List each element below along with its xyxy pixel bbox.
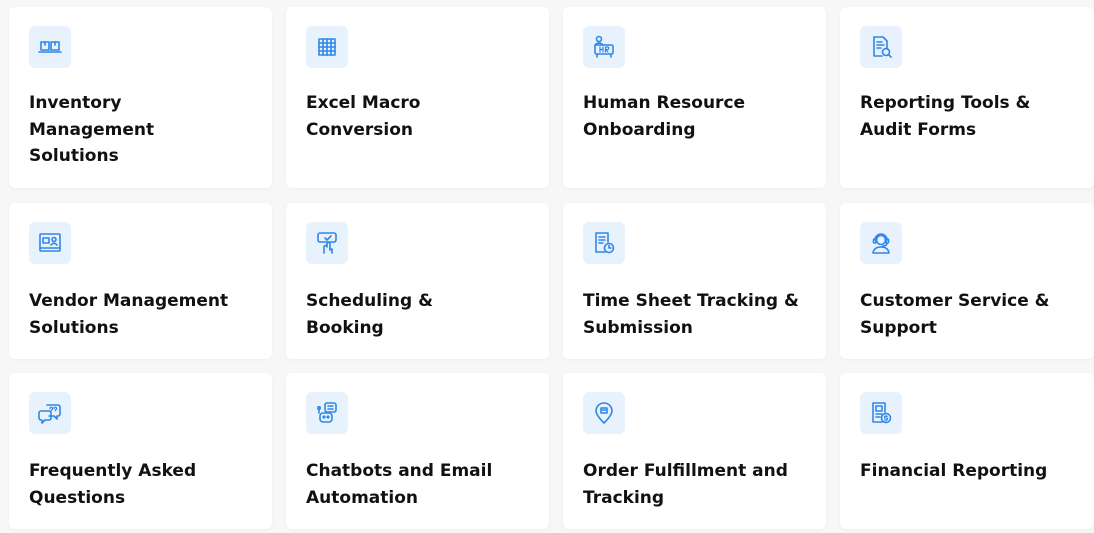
card-title: Chatbots and Email Automation	[306, 461, 493, 508]
card-title: Time Sheet Tracking & Submission	[583, 291, 799, 338]
card-chatbots[interactable]: Chatbots and Email Automation	[286, 373, 549, 529]
vendor-monitor-icon	[29, 222, 71, 264]
card-vendor-management[interactable]: Vendor Management Solutions	[9, 203, 272, 359]
financial-report-icon	[860, 392, 902, 434]
card-title: Order Fulfillment and Tracking	[583, 461, 788, 508]
card-title: Scheduling & Booking	[306, 291, 433, 338]
card-title: Frequently Asked Questions	[29, 461, 197, 508]
inventory-boxes-icon	[29, 26, 71, 68]
report-search-icon	[860, 26, 902, 68]
card-title: Customer Service & Support	[860, 291, 1050, 338]
timesheet-clock-icon	[583, 222, 625, 264]
card-reporting-tools[interactable]: Reporting Tools & Audit Forms	[840, 7, 1094, 188]
spreadsheet-icon	[306, 26, 348, 68]
card-inventory-management[interactable]: Inventory Management Solutions	[9, 7, 272, 188]
card-faq[interactable]: Frequently Asked Questions	[9, 373, 272, 529]
card-hr-onboarding[interactable]: Human Resource Onboarding	[563, 7, 826, 188]
chatbot-icon	[306, 392, 348, 434]
support-headset-icon	[860, 222, 902, 264]
card-scheduling-booking[interactable]: Scheduling & Booking	[286, 203, 549, 359]
card-title: Vendor Management Solutions	[29, 291, 229, 338]
order-location-icon	[583, 392, 625, 434]
services-grid: Inventory Management Solutions Excel Mac…	[0, 0, 1094, 533]
card-title: Excel Macro Conversion	[306, 93, 421, 140]
card-financial-reporting[interactable]: Financial Reporting	[840, 373, 1094, 529]
faq-chat-icon	[29, 392, 71, 434]
card-title: Reporting Tools & Audit Forms	[860, 93, 1031, 140]
card-title: Financial Reporting	[860, 461, 1048, 481]
card-title: Inventory Management Solutions	[29, 93, 155, 166]
hr-icon	[583, 26, 625, 68]
card-time-sheet[interactable]: Time Sheet Tracking & Submission	[563, 203, 826, 359]
card-order-fulfillment[interactable]: Order Fulfillment and Tracking	[563, 373, 826, 529]
card-customer-service[interactable]: Customer Service & Support	[840, 203, 1094, 359]
card-title: Human Resource Onboarding	[583, 93, 746, 140]
scheduling-touch-icon	[306, 222, 348, 264]
card-excel-macro[interactable]: Excel Macro Conversion	[286, 7, 549, 188]
